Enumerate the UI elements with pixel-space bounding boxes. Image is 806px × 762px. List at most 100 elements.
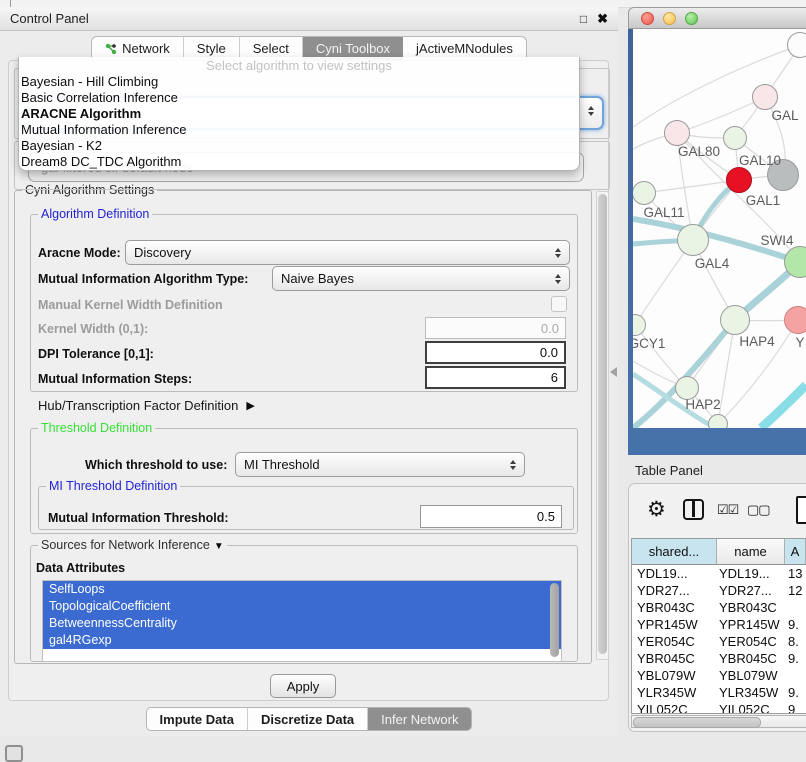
aracne-mode-combobox[interactable]: Discovery (125, 240, 570, 265)
table-horizontal-scrollbar[interactable] (631, 715, 806, 728)
list-item-betweennesscentrality[interactable]: BetweennessCentrality (43, 615, 561, 632)
splitter-collapse-icon[interactable] (610, 367, 617, 377)
table-row[interactable]: YLR345WYLR345W9. (632, 684, 806, 701)
column-header-partial[interactable]: A (785, 539, 806, 564)
kernel-width-label: Kernel Width (0,1): (38, 322, 148, 336)
which-threshold-combobox[interactable]: MI Threshold (235, 452, 525, 477)
table-header-row: shared... name A (632, 539, 806, 565)
table-panel-title: Table Panel (635, 463, 703, 478)
network-window-titlebar[interactable] (628, 7, 806, 29)
network-icon (105, 43, 117, 55)
table-row[interactable]: YDR27...YDR27...12 (632, 582, 806, 599)
table-row[interactable]: YPR145WYPR145W9. (632, 616, 806, 633)
hub-definition-expander[interactable]: Hub/Transcription Factor Definition ▶ (38, 398, 255, 413)
minimize-window-icon[interactable] (663, 12, 676, 25)
tab-discretize-data[interactable]: Discretize Data (248, 708, 368, 730)
table-row[interactable]: YIL052CYIL052C9 (632, 701, 806, 714)
table-cell: 9 (785, 702, 806, 714)
kernel-width-field[interactable]: 0.0 (425, 317, 566, 339)
stepper-up-icon (588, 106, 594, 110)
list-item-selfloops[interactable]: SelfLoops (43, 581, 561, 598)
node-label: SWI4 (760, 233, 793, 248)
mi-steps-field[interactable]: 6 (425, 366, 566, 389)
bottom-left-window-icon[interactable] (5, 745, 23, 762)
stepper-up-icon (510, 460, 516, 464)
close-panel-icon[interactable]: ✖ (597, 11, 608, 27)
document-icon[interactable] (796, 496, 806, 524)
table-cell: YBL079W (632, 668, 717, 683)
close-window-icon[interactable] (641, 12, 654, 25)
network-node-gal4[interactable] (677, 224, 709, 256)
table-row[interactable]: YDL19...YDL19...13 (632, 565, 806, 582)
network-node-gal[interactable] (752, 84, 778, 110)
table-scrollbar-thumb[interactable] (633, 717, 761, 728)
table-row[interactable]: YER054CYER054C8. (632, 633, 806, 650)
column-header-name[interactable]: name (717, 539, 785, 564)
network-view-window: GAL GAL80 GAL10 GAL1 GAL11 SWI4 GAL4 GCY… (628, 7, 806, 455)
settings-scrollbar-thumb[interactable] (598, 194, 607, 654)
data-attributes-label: Data Attributes (36, 561, 125, 575)
table-cell: YLR345W (717, 685, 785, 700)
data-attributes-list[interactable]: SelfLoops TopologicalCoefficient Between… (42, 580, 562, 662)
network-node-gal1[interactable] (726, 167, 752, 193)
table-toolbar: ⚙ ☑☑ ▢▢ (629, 494, 806, 534)
dropdown-item-mutual-information[interactable]: Mutual Information Inference (19, 122, 579, 138)
table-row[interactable]: YBR045CYBR045C9. (632, 650, 806, 667)
table-row[interactable]: YBR043CYBR043C (632, 599, 806, 616)
table-row[interactable]: YBL079WYBL079W (632, 667, 806, 684)
table-cell: YBR045C (632, 651, 717, 666)
network-node-gal11[interactable] (633, 181, 656, 205)
attributes-scrollbar[interactable] (550, 583, 559, 657)
network-canvas[interactable]: GAL GAL80 GAL10 GAL1 GAL11 SWI4 GAL4 GCY… (633, 29, 806, 428)
table-cell: YBR043C (717, 600, 785, 615)
dpi-tolerance-field[interactable]: 0.0 (425, 341, 566, 364)
control-panel-title: Control Panel (10, 11, 89, 26)
unchecked-boxes-icon[interactable]: ▢▢ (747, 502, 770, 518)
mi-type-combobox[interactable]: Naive Bayes (272, 266, 570, 291)
network-node-hap4[interactable] (720, 305, 750, 335)
dropdown-item-dream8[interactable]: Dream8 DC_TDC Algorithm (19, 154, 579, 170)
table-panel: ⚙ ☑☑ ▢▢ shared... name A YDL19...YDL19..… (628, 483, 806, 732)
node-label: GAL10 (739, 153, 781, 168)
node-table[interactable]: shared... name A YDL19...YDL19...13 YDR2… (631, 538, 806, 714)
expander-right-icon: ▶ (246, 399, 254, 412)
node-label: Y (795, 335, 804, 350)
dropdown-item-aracne[interactable]: ARACNE Algorithm (19, 106, 579, 122)
list-item-gal4rgexp[interactable]: gal4RGexp (43, 632, 561, 649)
manual-kernel-checkbox[interactable] (551, 296, 567, 312)
table-cell: YIL052C (717, 702, 785, 714)
settings-scrollbar[interactable] (596, 191, 609, 660)
tab-impute-data[interactable]: Impute Data (147, 708, 248, 730)
table-cell: YPR145W (717, 617, 785, 632)
table-cell: YDL19... (717, 566, 785, 581)
apply-button[interactable]: Apply (270, 674, 336, 698)
gear-icon[interactable]: ⚙ (647, 497, 666, 522)
network-node-gal80[interactable] (664, 120, 690, 146)
network-node-partial[interactable] (708, 414, 728, 428)
threshold-definition-title: Threshold Definition (38, 421, 155, 435)
zoom-window-icon[interactable] (685, 12, 698, 25)
network-node[interactable] (787, 32, 806, 58)
sources-title[interactable]: Sources for Network Inference▼ (38, 538, 227, 552)
table-cell: 8. (785, 634, 806, 649)
mi-threshold-field[interactable]: 0.5 (420, 505, 562, 528)
dropdown-item-bayesian-k2[interactable]: Bayesian - K2 (19, 138, 579, 154)
float-window-icon[interactable]: □ (580, 12, 587, 26)
dropdown-item-basic-correlation[interactable]: Basic Correlation Inference (19, 90, 579, 106)
checked-boxes-icon[interactable]: ☑☑ (717, 502, 738, 518)
dropdown-item-bayesian-hill-climbing[interactable]: Bayesian - Hill Climbing (19, 74, 579, 90)
tab-infer-network[interactable]: Infer Network (368, 708, 471, 730)
table-cell: YLR345W (632, 685, 717, 700)
columns-icon[interactable] (683, 499, 704, 520)
stepper-up-icon (555, 274, 561, 278)
table-cell: YDL19... (632, 566, 717, 581)
table-cell: 9. (785, 617, 806, 632)
node-label: GAL4 (695, 256, 730, 271)
stepper-down-icon (510, 466, 516, 470)
table-cell: 13 (785, 566, 806, 581)
list-item-topologicalcoefficient[interactable]: TopologicalCoefficient (43, 598, 561, 615)
table-cell: YIL052C (632, 702, 717, 714)
column-header-shared[interactable]: shared... (632, 539, 717, 564)
network-node-gal10[interactable] (723, 126, 747, 150)
network-node-y[interactable] (784, 306, 806, 334)
